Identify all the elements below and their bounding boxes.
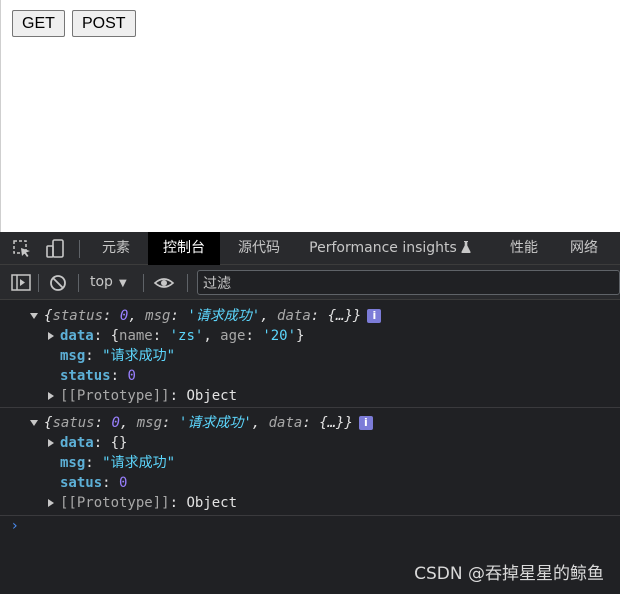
- live-expression-eye-icon[interactable]: [153, 272, 175, 294]
- clear-console-icon[interactable]: [47, 272, 69, 294]
- property-prototype[interactable]: [[Prototype]]: Object: [48, 386, 237, 406]
- devtools-tabbar: 元素 控制台 源代码 Performance insights 性能 网络: [0, 232, 620, 265]
- tabbar-divider: [79, 240, 80, 258]
- devtools-panel: 元素 控制台 源代码 Performance insights 性能 网络 to…: [0, 232, 620, 594]
- context-selector[interactable]: top ▼: [90, 265, 127, 300]
- console-toolbar: top ▼: [0, 265, 620, 300]
- context-selector-label: top: [90, 274, 113, 290]
- tab-elements[interactable]: 元素: [92, 232, 140, 265]
- inspect-element-icon[interactable]: [11, 238, 33, 260]
- toolbar-divider: [78, 274, 79, 292]
- property-satus: satus: 0: [60, 475, 128, 491]
- info-icon[interactable]: i: [367, 309, 382, 323]
- property-data[interactable]: data: {name: 'zs', age: '20'}: [48, 326, 304, 346]
- object-summary[interactable]: {satus: 0, msg: '请求成功', data: {…}} i: [30, 413, 373, 433]
- tab-performance-insights[interactable]: Performance insights: [305, 232, 475, 265]
- property-data[interactable]: data: {}: [48, 433, 127, 453]
- tab-console[interactable]: 控制台: [148, 232, 220, 265]
- show-sidebar-icon[interactable]: [10, 272, 32, 294]
- tab-sources[interactable]: 源代码: [228, 232, 290, 265]
- expand-arrow-icon[interactable]: [48, 332, 54, 340]
- info-icon[interactable]: i: [358, 416, 373, 430]
- experiment-flask-icon: [461, 241, 471, 253]
- device-toolbar-icon[interactable]: [44, 238, 66, 260]
- collapse-arrow-icon[interactable]: [30, 420, 38, 426]
- expand-arrow-icon[interactable]: [48, 499, 54, 507]
- tab-network[interactable]: 网络: [560, 232, 608, 265]
- object-summary[interactable]: {status: 0, msg: '请求成功', data: {…}} i: [30, 306, 382, 326]
- console-prompt-icon[interactable]: ›: [12, 518, 18, 534]
- post-button[interactable]: POST: [72, 10, 136, 37]
- chevron-down-icon: ▼: [118, 278, 127, 289]
- watermark: CSDN @吞掉星星的鲸鱼: [414, 564, 604, 584]
- expand-arrow-icon[interactable]: [48, 392, 54, 400]
- toolbar-divider: [143, 274, 144, 292]
- page-viewport: GET POST: [0, 0, 620, 232]
- console-message: {satus: 0, msg: '请求成功', data: {…}} i data…: [0, 408, 620, 516]
- get-button[interactable]: GET: [12, 10, 65, 37]
- property-prototype[interactable]: [[Prototype]]: Object: [48, 493, 237, 513]
- console-output: {status: 0, msg: '请求成功', data: {…}} i dat…: [0, 300, 620, 594]
- console-message: {status: 0, msg: '请求成功', data: {…}} i dat…: [0, 300, 620, 408]
- toolbar-divider: [187, 274, 188, 292]
- tab-performance[interactable]: 性能: [500, 232, 548, 265]
- property-status: status: 0: [60, 368, 136, 384]
- toolbar-divider: [38, 274, 39, 292]
- tab-performance-insights-label: Performance insights: [309, 240, 457, 256]
- filter-input[interactable]: [197, 270, 620, 295]
- collapse-arrow-icon[interactable]: [30, 313, 38, 319]
- expand-arrow-icon[interactable]: [48, 439, 54, 447]
- property-msg: msg: "请求成功": [60, 455, 176, 471]
- property-msg: msg: "请求成功": [60, 348, 176, 364]
